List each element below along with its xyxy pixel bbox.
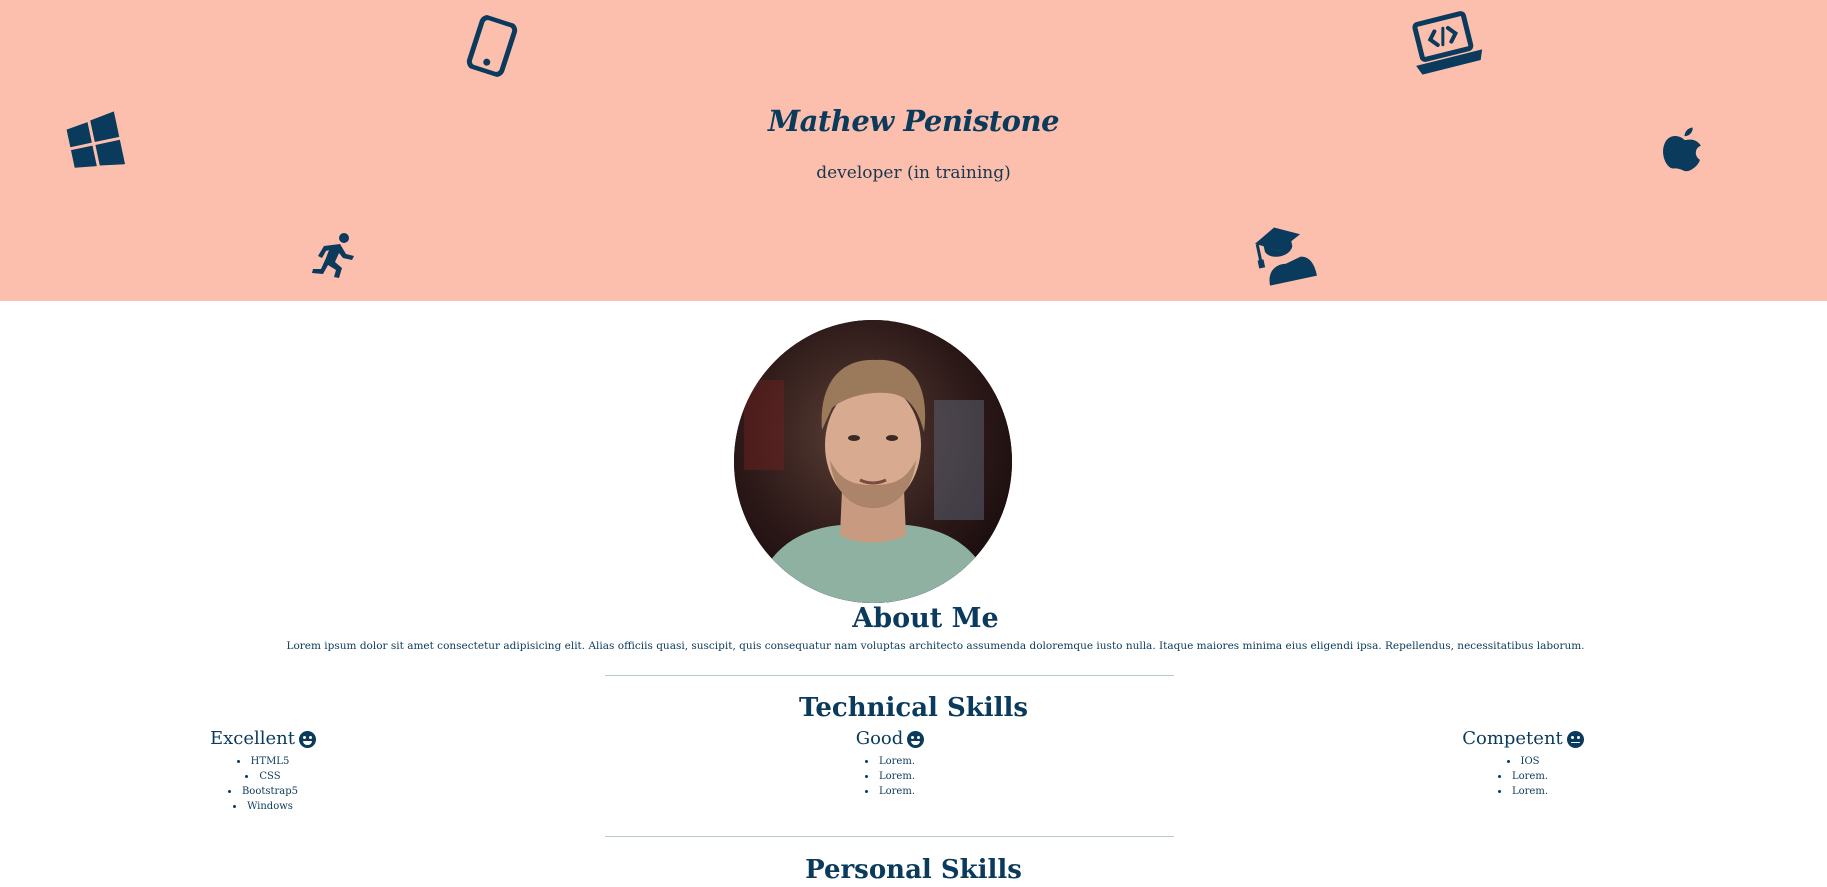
- mobile-phone-icon: [464, 13, 519, 79]
- skill-level-label: Competent: [1462, 728, 1563, 749]
- hero-header: Mathew Penistone developer (in training): [0, 0, 1827, 301]
- skill-level-label: Good: [855, 728, 904, 749]
- list-item: Windows: [178, 799, 348, 814]
- skill-level-label: Excellent: [209, 728, 296, 749]
- list-item: IOS: [1448, 754, 1598, 769]
- neutral-face-icon: [1566, 731, 1584, 748]
- happy-face-icon: [299, 731, 317, 748]
- skill-column-competent: Competent IOS Lorem. Lorem.: [1448, 728, 1598, 799]
- list-item: HTML5: [178, 754, 348, 769]
- about-paragraph: Lorem ipsum dolor sit amet consectetur a…: [286, 640, 1585, 652]
- list-item: Lorem.: [1448, 769, 1598, 784]
- section-divider: [605, 836, 1174, 837]
- skill-list: HTML5 CSS Bootstrap5 Windows: [178, 754, 348, 814]
- graduate-icon: [1248, 218, 1320, 291]
- skill-list: Lorem. Lorem. Lorem.: [820, 754, 960, 799]
- profile-photo: [734, 320, 1012, 603]
- list-item: Lorem.: [820, 769, 960, 784]
- list-item: CSS: [178, 769, 348, 784]
- list-item: Lorem.: [1448, 784, 1598, 799]
- apple-icon: [1656, 120, 1711, 177]
- skill-level-title: Good: [856, 728, 925, 749]
- personal-skills-heading: Personal Skills: [805, 855, 1022, 885]
- list-item: Lorem.: [820, 754, 960, 769]
- skill-column-excellent: Excellent HTML5 CSS Bootstrap5 Windows: [178, 728, 348, 814]
- skill-list: IOS Lorem. Lorem.: [1448, 754, 1598, 799]
- hero-name: Mathew Penistone: [767, 104, 1060, 138]
- section-divider: [605, 675, 1174, 676]
- laptop-code-icon: [1404, 6, 1489, 84]
- skill-level-title: Excellent: [209, 728, 317, 749]
- list-item: Bootstrap5: [178, 784, 348, 799]
- running-person-icon: [310, 232, 358, 280]
- skill-column-good: Good Lorem. Lorem. Lorem.: [820, 728, 960, 799]
- smiling-face-icon: [907, 731, 925, 748]
- hero-tagline: developer (in training): [816, 163, 1011, 183]
- skill-level-title: Competent: [1462, 728, 1584, 749]
- list-item: Lorem.: [820, 784, 960, 799]
- technical-skills-heading: Technical Skills: [798, 693, 1029, 723]
- about-heading: About Me: [852, 603, 999, 634]
